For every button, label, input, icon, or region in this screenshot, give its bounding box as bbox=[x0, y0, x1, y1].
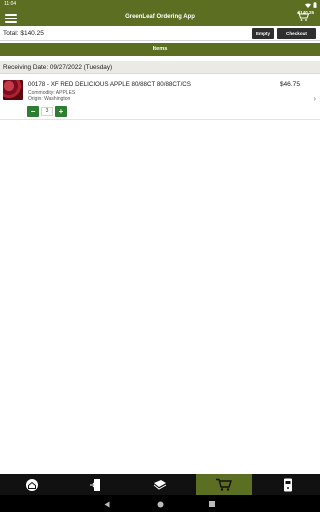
app-header: GreenLeaf Ordering App bbox=[0, 9, 320, 26]
total-bar: Total: $140.25 Empty Checkout bbox=[0, 26, 320, 41]
phone-icon bbox=[284, 478, 292, 491]
catalog-icon bbox=[153, 479, 167, 490]
apple-image bbox=[3, 80, 23, 100]
system-nav bbox=[0, 495, 320, 512]
nav-contact[interactable] bbox=[260, 474, 316, 495]
nav-logout[interactable] bbox=[68, 474, 124, 495]
total-text: Total: $140.25 bbox=[3, 30, 44, 37]
quantity-stepper: − 3 + bbox=[27, 106, 67, 117]
app-title: GreenLeaf Ordering App bbox=[125, 14, 195, 20]
nav-cart[interactable] bbox=[196, 474, 252, 495]
wifi-icon bbox=[305, 3, 311, 8]
status-time: 11:04 bbox=[4, 1, 17, 7]
decrease-button[interactable]: − bbox=[27, 106, 39, 117]
item-origin: Origin: Washington bbox=[28, 96, 71, 102]
home-circle-icon[interactable] bbox=[155, 499, 165, 509]
recents-icon[interactable] bbox=[207, 499, 217, 509]
back-icon[interactable] bbox=[102, 499, 112, 509]
door-icon bbox=[90, 478, 100, 491]
checkout-button[interactable]: Checkout bbox=[277, 28, 316, 39]
cart-icon bbox=[216, 478, 232, 491]
home-icon bbox=[26, 478, 38, 491]
bottom-nav bbox=[0, 474, 320, 495]
section-header: Items bbox=[0, 43, 320, 56]
item-price: $46.75 bbox=[279, 81, 300, 88]
chevron-right-icon: › bbox=[313, 94, 316, 103]
cart-amount: $140.25 bbox=[297, 10, 314, 15]
empty-button[interactable]: Empty bbox=[252, 28, 274, 39]
item-title: 00178 - XF RED DELICIOUS APPLE 80/88CT 8… bbox=[28, 81, 191, 88]
nav-home[interactable] bbox=[4, 474, 60, 495]
receiving-date: Receiving Date: 09/27/2022 (Tuesday) bbox=[0, 61, 320, 74]
quantity-field[interactable]: 3 bbox=[41, 107, 53, 116]
status-bar: 11:04 bbox=[0, 0, 320, 9]
increase-button[interactable]: + bbox=[55, 106, 67, 117]
battery-icon bbox=[313, 2, 317, 8]
app-root: 11:04 GreenLeaf Ordering App $140.25 Tot… bbox=[0, 0, 320, 512]
status-icons bbox=[305, 2, 317, 8]
nav-catalog[interactable] bbox=[132, 474, 188, 495]
